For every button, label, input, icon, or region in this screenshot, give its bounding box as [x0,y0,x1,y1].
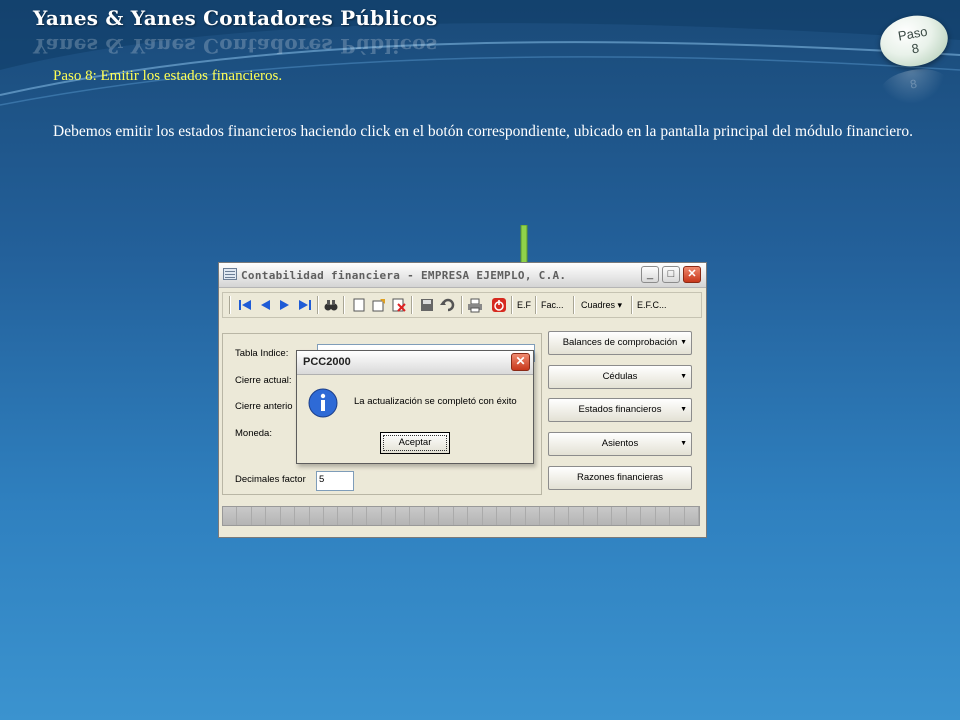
edit-document-icon[interactable] [371,297,387,313]
status-bar [222,506,700,526]
print-icon[interactable] [467,297,483,313]
accounting-window: Contabilidad financiera - EMPRESA EJEMPL… [218,262,707,538]
estados-label: Estados financieros [578,404,662,415]
step-badge-reflection: 8 [877,64,951,110]
cuadres-label: Cuadres [581,300,616,310]
presentation-title-reflection: Yanes & Yanes Contadores Públicos [33,34,438,58]
app-icon [223,268,237,280]
accept-button[interactable]: Aceptar [380,432,450,454]
dialog-title: PCC2000 [303,356,351,368]
fac-button[interactable]: Fac... [541,297,564,313]
find-binoculars-icon[interactable] [323,297,339,313]
main-toolbar: E.F Fac... Cuadres ▾ E.F.C... [222,292,702,318]
last-record-icon[interactable] [297,297,313,313]
step-badge-reflection-number: 8 [908,76,918,92]
razones-button[interactable]: Razones financieras [548,466,692,490]
decimales-field[interactable]: 5 [316,471,354,491]
new-document-icon[interactable] [351,297,367,313]
cedulas-label: Cédulas [602,371,638,382]
cierre-anterior-label: Cierre anterio [235,401,293,412]
asientos-label: Asientos [601,438,639,449]
cedulas-button[interactable]: Cédulas ▼ [548,365,692,389]
balances-button[interactable]: Balances de comprobación ▼ [548,331,692,355]
balances-label: Balances de comprobación [562,337,678,348]
dialog-message: La actualización se completó con éxito [354,396,517,407]
first-record-icon[interactable] [237,297,253,313]
next-record-icon[interactable] [277,297,293,313]
ef-button[interactable]: E.F [517,297,531,313]
previous-record-icon[interactable] [257,297,273,313]
decimales-label: Decimales factor [235,474,306,485]
dialog-titlebar[interactable]: PCC2000 ✕ [297,351,533,375]
step-description: Debemos emitir los estados financieros h… [53,123,913,140]
window-titlebar[interactable]: Contabilidad financiera - EMPRESA EJEMPL… [219,263,706,288]
chevron-down-icon: ▼ [680,373,687,380]
delete-document-icon[interactable] [391,297,407,313]
moneda-label: Moneda: [235,428,272,439]
cuadres-dropdown[interactable]: Cuadres ▾ [581,297,622,313]
step-heading: Paso 8: Emitir los estados financieros. [53,68,283,84]
window-title: Contabilidad financiera - EMPRESA EJEMPL… [241,269,567,282]
efc-button[interactable]: E.F.C... [637,297,667,313]
chevron-down-icon: ▼ [680,406,687,413]
presentation-title: Yanes & Yanes Contadores Públicos [33,6,438,30]
estados-financieros-button[interactable]: Estados financieros ▼ [548,398,692,422]
cierre-actual-label: Cierre actual: [235,375,292,386]
asientos-button[interactable]: Asientos ▼ [548,432,692,456]
maximize-button[interactable]: □ [662,266,680,283]
step-badge: Paso 8 [876,10,952,72]
chevron-down-icon: ▾ [617,300,623,310]
chevron-down-icon: ▼ [680,339,687,346]
power-exit-icon[interactable] [491,297,507,313]
dialog-close-button[interactable]: ✕ [511,353,530,371]
tabla-indice-label: Tabla Indice: [235,348,289,359]
step-badge-number: 8 [910,40,921,57]
window-close-button[interactable]: ✕ [683,266,701,283]
undo-icon[interactable] [439,297,455,313]
info-icon [308,388,338,418]
minimize-button[interactable]: _ [641,266,659,283]
message-dialog: PCC2000 ✕ La actualización se completó c… [296,350,534,464]
save-icon[interactable] [419,297,435,313]
reports-panel: Balances de comprobación ▼ Cédulas ▼ Estad… [545,325,703,495]
chevron-down-icon: ▼ [680,440,687,447]
